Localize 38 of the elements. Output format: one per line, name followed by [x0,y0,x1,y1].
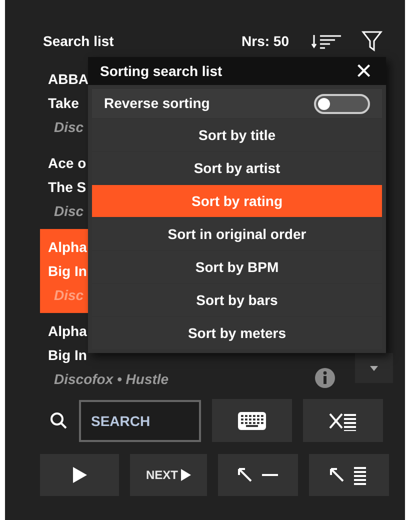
insert-list-button[interactable] [309,454,389,496]
genre-text: Disc [53,202,84,220]
play-button[interactable] [40,454,119,496]
play-icon [72,467,86,483]
artist-text: Alpha [48,238,87,256]
clear-list-button[interactable] [303,399,383,442]
title-text: Big In [48,262,87,280]
minus-icon [262,474,278,476]
artist-text: ABBA [48,70,88,88]
keyboard-button[interactable] [212,399,292,442]
caret-icon [370,366,378,370]
info-icon[interactable] [315,368,335,388]
search-icon [50,412,68,430]
dialog-title: Sorting search list [100,62,222,81]
next-button[interactable]: NEXT [130,454,207,496]
filter-icon[interactable] [361,30,383,52]
play-icon [181,469,191,481]
genre-text: Disc [53,118,84,136]
keyboard-icon [238,412,266,430]
genre-text: Discofox • Hustle [53,370,169,388]
arrow-icon [330,468,344,482]
search-field[interactable]: SEARCH [79,400,201,442]
close-button[interactable]: × [356,57,372,85]
title-text: Take [48,94,79,112]
sort-icon[interactable] [311,33,343,49]
count-label: Nrs: 50 [242,32,289,50]
genre-text: Disc [53,286,84,304]
title-text: Big In [48,346,87,364]
title-text: The S [48,178,86,196]
list-icon [354,465,368,485]
toggle-label: Reverse sorting [104,94,210,113]
list-title: Search list [43,32,114,50]
artist-text: Alpha [48,322,87,340]
arrow-icon [238,468,252,482]
artist-text: Ace o [48,154,86,172]
clear-list-icon [329,410,357,430]
remove-button[interactable] [218,454,298,496]
toggle-switch[interactable] [314,94,370,114]
